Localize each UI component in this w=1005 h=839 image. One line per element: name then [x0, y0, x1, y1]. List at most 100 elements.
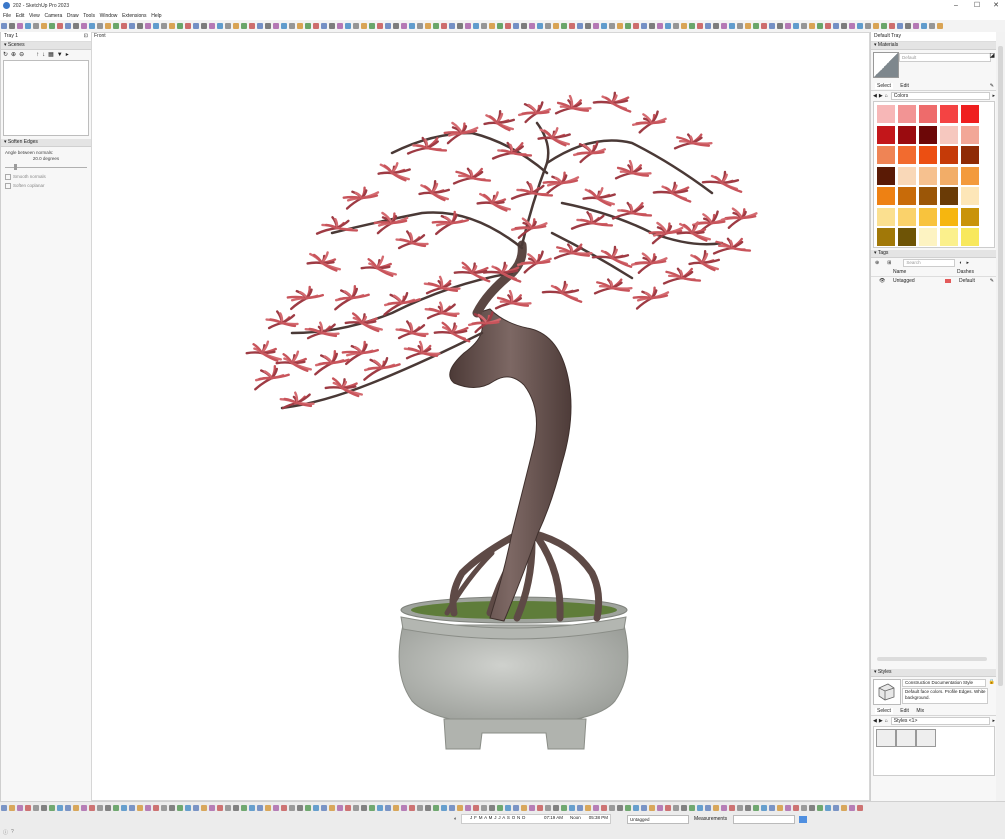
- style-item[interactable]: [876, 729, 896, 747]
- toolbar-tool-icon[interactable]: [609, 23, 615, 29]
- details-icon[interactable]: ▼: [57, 52, 63, 58]
- toolbar-tool-icon[interactable]: [625, 23, 631, 29]
- toolbar-tool-icon[interactable]: [913, 23, 919, 29]
- tags-horizontal-scrollbar[interactable]: [877, 657, 987, 661]
- toolbar-tool-icon[interactable]: [97, 805, 103, 811]
- toolbar-tool-icon[interactable]: [489, 23, 495, 29]
- scenes-header[interactable]: ▾ Scenes: [1, 42, 91, 50]
- toolbar-tool-icon[interactable]: [593, 805, 599, 811]
- toolbar-tool-icon[interactable]: [713, 23, 719, 29]
- toolbar-tool-icon[interactable]: [457, 23, 463, 29]
- material-swatch[interactable]: [940, 105, 958, 123]
- toolbar-tool-icon[interactable]: [769, 805, 775, 811]
- home-icon[interactable]: ⌂: [885, 718, 888, 724]
- toolbar-tool-icon[interactable]: [305, 23, 311, 29]
- toolbar-tool-icon[interactable]: [785, 23, 791, 29]
- toolbar-tool-icon[interactable]: [369, 23, 375, 29]
- details-icon[interactable]: ▸: [992, 718, 995, 724]
- toolbar-tool-icon[interactable]: [553, 805, 559, 811]
- material-swatch[interactable]: [898, 105, 916, 123]
- toolbar-tool-icon[interactable]: [425, 23, 431, 29]
- toolbar-tool-icon[interactable]: [385, 805, 391, 811]
- toolbar-tool-icon[interactable]: [737, 805, 743, 811]
- material-swatch[interactable]: [961, 125, 979, 144]
- toolbar-tool-icon[interactable]: [321, 23, 327, 29]
- toolbar-tool-icon[interactable]: [89, 805, 95, 811]
- refresh-icon[interactable]: ↻: [3, 51, 8, 58]
- angle-slider[interactable]: [5, 163, 87, 171]
- toolbar-tool-icon[interactable]: [689, 23, 695, 29]
- toolbar-tool-icon[interactable]: [249, 23, 255, 29]
- toolbar-tool-icon[interactable]: [121, 805, 127, 811]
- toolbar-tool-icon[interactable]: [217, 23, 223, 29]
- toolbar-tool-icon[interactable]: [665, 23, 671, 29]
- move-down-icon[interactable]: ↓: [42, 52, 45, 58]
- toolbar-tool-icon[interactable]: [721, 23, 727, 29]
- toolbar-tool-icon[interactable]: [281, 805, 287, 811]
- toolbar-tool-icon[interactable]: [481, 23, 487, 29]
- toolbar-tool-icon[interactable]: [393, 23, 399, 29]
- toolbar-tool-icon[interactable]: [337, 805, 343, 811]
- toolbar-tool-icon[interactable]: [9, 805, 15, 811]
- material-swatch[interactable]: [898, 187, 916, 205]
- style-item[interactable]: [896, 729, 916, 747]
- toolbar-tool-icon[interactable]: [169, 23, 175, 29]
- material-swatch[interactable]: [877, 166, 895, 185]
- toolbar-tool-icon[interactable]: [57, 805, 63, 811]
- toolbar-tool-icon[interactable]: [769, 23, 775, 29]
- minimize-button[interactable]: –: [949, 1, 963, 11]
- toolbar-tool-icon[interactable]: [737, 23, 743, 29]
- toolbar-tool-icon[interactable]: [577, 23, 583, 29]
- toolbar-tool-icon[interactable]: [833, 805, 839, 811]
- toolbar-tool-icon[interactable]: [113, 805, 119, 811]
- toolbar-tool-icon[interactable]: [921, 23, 927, 29]
- toolbar-tool-icon[interactable]: [425, 805, 431, 811]
- toolbar-tool-icon[interactable]: [49, 23, 55, 29]
- toolbar-tool-icon[interactable]: [377, 23, 383, 29]
- material-swatch[interactable]: [940, 146, 958, 164]
- toolbar-tool-icon[interactable]: [673, 23, 679, 29]
- toolbar-tool-icon[interactable]: [17, 23, 23, 29]
- details-icon[interactable]: ▸: [992, 93, 995, 99]
- toolbar-tool-icon[interactable]: [657, 805, 663, 811]
- toolbar-tool-icon[interactable]: [401, 23, 407, 29]
- slider-thumb[interactable]: [14, 164, 17, 170]
- toolbar-tool-icon[interactable]: [137, 23, 143, 29]
- toolbar-tool-icon[interactable]: [569, 805, 575, 811]
- toolbar-tool-icon[interactable]: [753, 23, 759, 29]
- toolbar-tool-icon[interactable]: [113, 23, 119, 29]
- toolbar-tool-icon[interactable]: [393, 805, 399, 811]
- toolbar-tool-icon[interactable]: [345, 805, 351, 811]
- toolbar-tool-icon[interactable]: [97, 23, 103, 29]
- toolbar-tool-icon[interactable]: [209, 23, 215, 29]
- toolbar-tool-icon[interactable]: [305, 805, 311, 811]
- toolbar-tool-icon[interactable]: [825, 805, 831, 811]
- toolbar-tool-icon[interactable]: [617, 805, 623, 811]
- forward-icon[interactable]: ▶: [879, 93, 883, 99]
- toolbar-tool-icon[interactable]: [377, 805, 383, 811]
- toolbar-tool-icon[interactable]: [297, 23, 303, 29]
- toolbar-tool-icon[interactable]: [601, 23, 607, 29]
- toolbar-tool-icon[interactable]: [145, 23, 151, 29]
- material-swatch[interactable]: [919, 166, 937, 185]
- toolbar-tool-icon[interactable]: [409, 805, 415, 811]
- eyedropper-icon[interactable]: ✎: [990, 82, 994, 90]
- tray-pin-icon[interactable]: ⊡: [84, 32, 88, 41]
- back-icon[interactable]: ◀: [873, 93, 877, 99]
- right-tray-scrollbar[interactable]: [996, 32, 1005, 801]
- drawing-viewport[interactable]: Front: [91, 32, 870, 801]
- toolbar-tool-icon[interactable]: [153, 23, 159, 29]
- toolbar-tool-icon[interactable]: [665, 805, 671, 811]
- menu-view[interactable]: View: [29, 12, 40, 20]
- toolbar-tool-icon[interactable]: [321, 805, 327, 811]
- toolbar-tool-icon[interactable]: [313, 805, 319, 811]
- toolbar-tool-icon[interactable]: [657, 23, 663, 29]
- material-preview-thumbnail[interactable]: [873, 52, 899, 78]
- toolbar-tool-icon[interactable]: [609, 805, 615, 811]
- menu-camera[interactable]: Camera: [44, 12, 62, 20]
- toolbar-tool-icon[interactable]: [177, 805, 183, 811]
- toolbar-tool-icon[interactable]: [233, 805, 239, 811]
- toolbar-tool-icon[interactable]: [825, 23, 831, 29]
- toolbar-tool-icon[interactable]: [537, 805, 543, 811]
- tags-header[interactable]: ▾ Tags: [871, 250, 997, 258]
